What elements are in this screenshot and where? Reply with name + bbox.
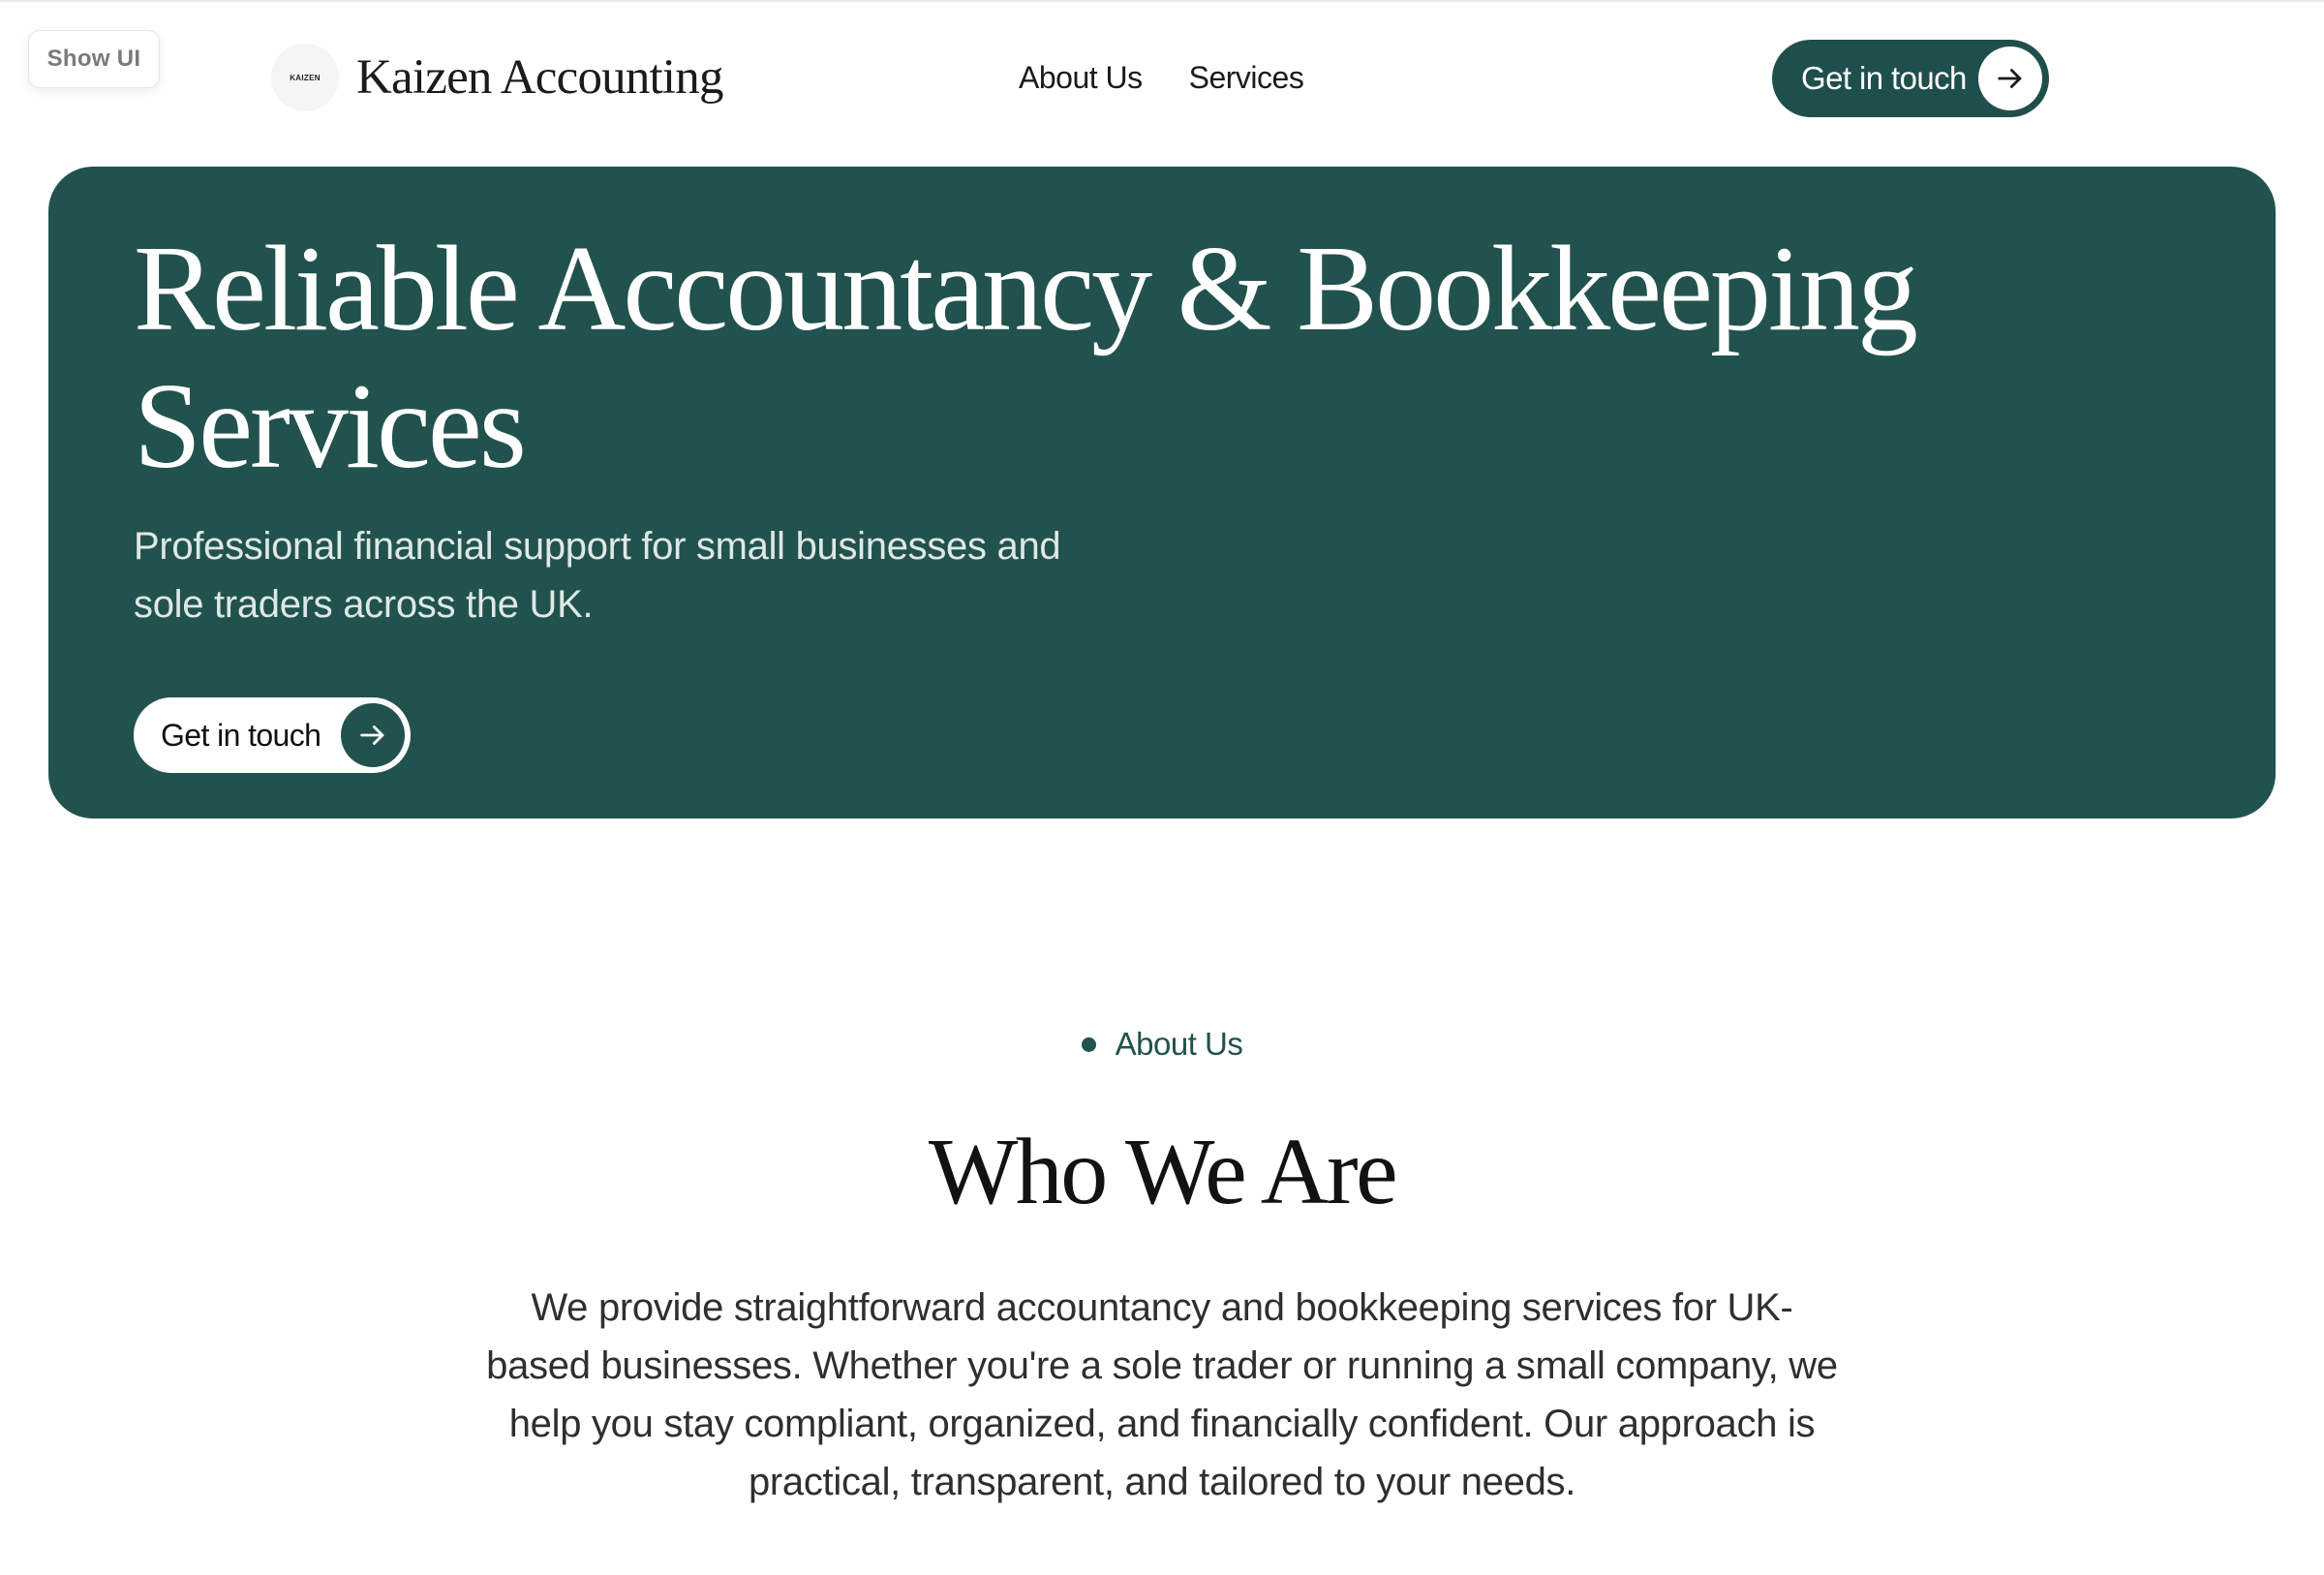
- arrow-right-icon: [1978, 46, 2042, 110]
- section-tag-label: About Us: [1115, 1026, 1243, 1062]
- nav-link-about-us[interactable]: About Us: [1019, 58, 1143, 97]
- hero-section: Reliable Accountancy & Bookkeeping Servi…: [48, 167, 2276, 818]
- hero-subtitle: Professional financial support for small…: [134, 525, 1061, 626]
- arrow-right-icon: [341, 703, 405, 767]
- nav-link-services[interactable]: Services: [1189, 58, 1304, 97]
- section-body: We provide straightforward accountancy a…: [486, 1286, 1838, 1503]
- logo-icon[interactable]: KAIZEN: [271, 44, 339, 111]
- brand-name[interactable]: Kaizen Accounting: [356, 48, 723, 107]
- header-get-in-touch-button[interactable]: Get in touch: [1772, 40, 2049, 117]
- hero-title: Reliable Accountancy & Bookkeeping Servi…: [134, 222, 1918, 494]
- hero-get-in-touch-button[interactable]: Get in touch: [134, 697, 411, 773]
- section-tag: About Us: [0, 1023, 2324, 1065]
- logo-mark-text: KAIZEN: [290, 73, 321, 82]
- main-nav: About Us Services: [1019, 58, 1304, 97]
- dot-icon: [1081, 1036, 1096, 1052]
- header-cta-label: Get in touch: [1801, 60, 1967, 96]
- hero-cta-label: Get in touch: [161, 717, 321, 753]
- show-ui-button[interactable]: Show UI: [28, 30, 160, 88]
- section-title: Who We Are: [928, 1120, 1398, 1224]
- show-ui-label: Show UI: [46, 46, 141, 72]
